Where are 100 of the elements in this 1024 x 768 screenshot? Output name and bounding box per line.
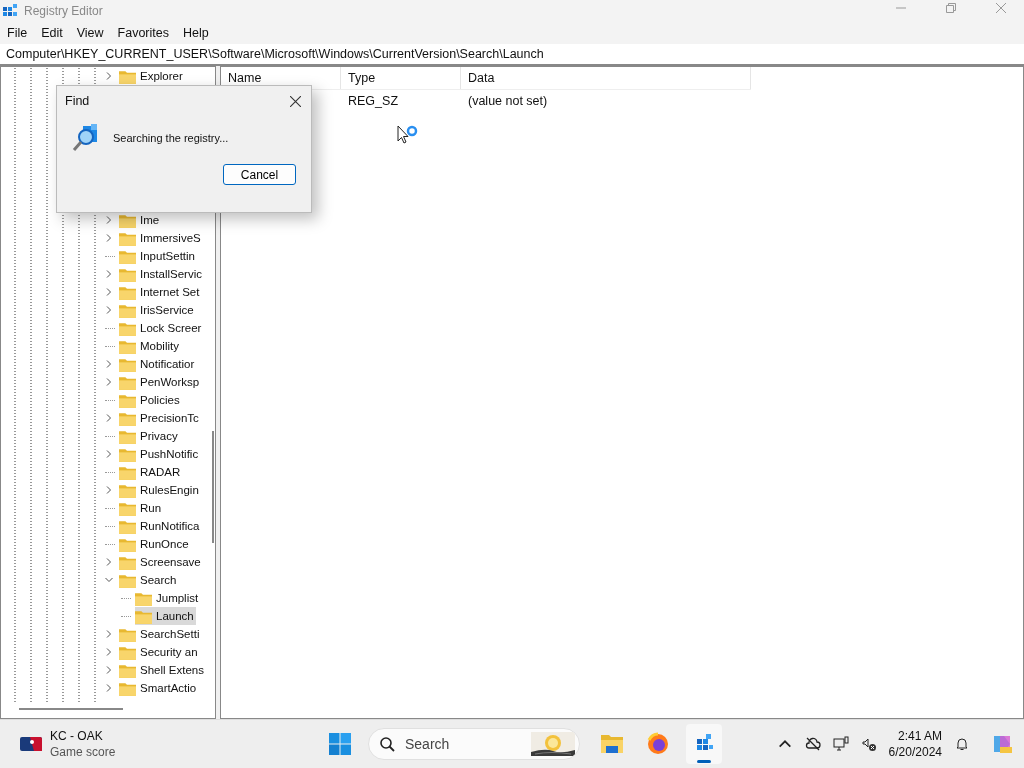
search-icon bbox=[379, 736, 395, 752]
folder-icon bbox=[119, 536, 136, 552]
tree-item[interactable]: RunOnce bbox=[119, 535, 191, 553]
close-icon[interactable] bbox=[290, 95, 301, 107]
tree-item[interactable]: Security an bbox=[119, 643, 200, 661]
folder-icon bbox=[119, 644, 136, 660]
chevron-right-icon[interactable] bbox=[105, 486, 113, 494]
tree-item[interactable]: ImmersiveS bbox=[119, 229, 203, 247]
chevron-right-icon[interactable] bbox=[105, 270, 113, 278]
folder-icon bbox=[119, 446, 136, 462]
folder-icon bbox=[119, 248, 136, 264]
folder-icon bbox=[119, 302, 136, 318]
chevron-right-icon[interactable] bbox=[105, 378, 113, 386]
folder-icon bbox=[119, 392, 136, 408]
dialog-title: Find bbox=[65, 94, 90, 108]
tree-item[interactable]: Shell Extens bbox=[119, 661, 206, 679]
baseball-logo-icon[interactable] bbox=[20, 737, 42, 751]
folder-icon bbox=[119, 212, 136, 228]
registry-app-icon bbox=[2, 3, 18, 19]
tree-item[interactable]: PushNotific bbox=[119, 445, 201, 463]
chevron-right-icon[interactable] bbox=[105, 72, 113, 80]
chevron-right-icon[interactable] bbox=[105, 684, 113, 692]
tree-item[interactable]: RunNotifica bbox=[119, 517, 202, 535]
folder-icon bbox=[135, 608, 152, 624]
tree-item[interactable]: Privacy bbox=[119, 427, 180, 445]
folder-icon bbox=[119, 320, 136, 336]
tree-item[interactable]: RADAR bbox=[119, 463, 183, 481]
tree-item[interactable]: InputSettin bbox=[119, 247, 197, 265]
bell-icon[interactable] bbox=[954, 736, 970, 752]
folder-icon bbox=[119, 554, 136, 570]
tree-item[interactable]: Mobility bbox=[119, 337, 181, 355]
restore-icon[interactable] bbox=[946, 3, 956, 13]
column-header[interactable]: Data bbox=[461, 67, 751, 89]
folder-icon bbox=[119, 464, 136, 480]
widget-subtitle[interactable]: Game score bbox=[50, 744, 116, 760]
tree-item[interactable]: Search bbox=[119, 571, 179, 589]
chevron-right-icon[interactable] bbox=[105, 414, 113, 422]
table-cell-text: REG_SZ bbox=[347, 94, 399, 108]
chevron-right-icon[interactable] bbox=[105, 666, 113, 674]
tree-item[interactable]: Lock Screer bbox=[119, 319, 204, 337]
folder-icon bbox=[119, 500, 136, 516]
chevron-right-icon[interactable] bbox=[105, 648, 113, 656]
tree-item[interactable]: Ime bbox=[119, 211, 162, 229]
tree-item[interactable]: Notificatior bbox=[119, 355, 197, 373]
table-cell-text: (value not set) bbox=[467, 94, 549, 108]
folder-icon bbox=[135, 590, 152, 606]
folder-icon bbox=[119, 572, 136, 588]
folder-icon bbox=[119, 68, 136, 84]
clock-date[interactable]: 6/20/2024 bbox=[888, 744, 942, 760]
widget-title[interactable]: KC - OAK bbox=[50, 728, 116, 744]
tree-item[interactable]: Policies bbox=[119, 391, 182, 409]
menu-item[interactable]: Help bbox=[176, 26, 216, 40]
tree-item[interactable]: Screensave bbox=[119, 553, 203, 571]
tree-item[interactable]: Run bbox=[119, 499, 164, 517]
network-icon[interactable] bbox=[832, 736, 849, 752]
folder-icon bbox=[119, 356, 136, 372]
start-icon[interactable] bbox=[328, 732, 352, 756]
cancel-button[interactable]: Cancel bbox=[223, 164, 296, 185]
chevron-right-icon[interactable] bbox=[105, 288, 113, 296]
folder-icon bbox=[119, 374, 136, 390]
cloud-off-icon[interactable] bbox=[804, 736, 821, 752]
menu-item[interactable]: Favorites bbox=[110, 26, 176, 40]
chevron-right-icon[interactable] bbox=[105, 450, 113, 458]
search-bar[interactable]: Search bbox=[368, 728, 580, 760]
registry-app-icon[interactable] bbox=[686, 724, 722, 764]
menu-item[interactable]: Edit bbox=[34, 26, 70, 40]
folder-icon bbox=[119, 482, 136, 498]
folder-icon bbox=[119, 626, 136, 642]
chevron-down-icon[interactable] bbox=[105, 576, 113, 584]
clock-time[interactable]: 2:41 AM bbox=[897, 728, 942, 744]
search-field[interactable]: Search bbox=[403, 735, 527, 753]
tree-item[interactable]: Explorer bbox=[119, 67, 185, 85]
menu-item[interactable]: View bbox=[69, 26, 111, 40]
folder-icon bbox=[119, 266, 136, 282]
tree-item[interactable]: PenWorksp bbox=[119, 373, 202, 391]
folder-icon bbox=[119, 230, 136, 246]
volume-muted-icon[interactable] bbox=[860, 736, 877, 752]
window-title: Registry Editor bbox=[24, 4, 103, 18]
tree-item[interactable]: InstallServic bbox=[119, 265, 204, 283]
status-message: Searching the registry... bbox=[113, 132, 229, 144]
chevron-right-icon[interactable] bbox=[105, 360, 113, 368]
folder-icon bbox=[119, 428, 136, 444]
tree-item[interactable]: Launch bbox=[135, 607, 196, 625]
tree-item[interactable]: Internet Set bbox=[119, 283, 202, 301]
folder-icon bbox=[119, 680, 136, 696]
chevron-right-icon[interactable] bbox=[105, 558, 113, 566]
folder-icon bbox=[119, 518, 136, 534]
chevron-right-icon[interactable] bbox=[105, 216, 113, 224]
tree-item[interactable]: PrecisionTc bbox=[119, 409, 201, 427]
chevron-right-icon[interactable] bbox=[105, 234, 113, 242]
menu-item[interactable]: File bbox=[0, 26, 35, 40]
tree-item[interactable]: IrisService bbox=[119, 301, 196, 319]
tree-item[interactable]: SmartActio bbox=[119, 679, 199, 697]
tree-item[interactable]: RulesEngin bbox=[119, 481, 201, 499]
tree-item[interactable]: Jumplist bbox=[135, 589, 201, 607]
column-header[interactable]: Type bbox=[341, 67, 461, 89]
chevron-right-icon[interactable] bbox=[105, 630, 113, 638]
tree-item[interactable]: SearchSetti bbox=[119, 625, 202, 643]
folder-icon bbox=[119, 410, 136, 426]
chevron-right-icon[interactable] bbox=[105, 306, 113, 314]
